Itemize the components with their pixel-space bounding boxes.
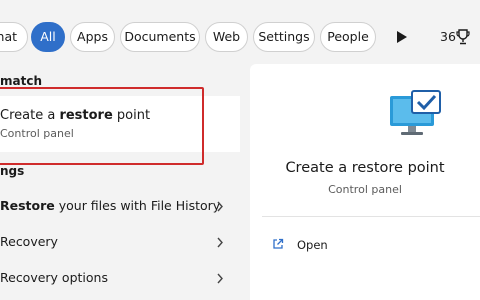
filter-chat[interactable]: hat	[0, 22, 28, 52]
filter-apps[interactable]: Apps	[70, 22, 115, 52]
play-icon[interactable]	[396, 30, 408, 44]
list-item-label: Restore your files with File History	[0, 198, 221, 213]
detail-subtitle: Control panel	[328, 183, 402, 196]
search-filter-bar: hat All Apps Documents Web Settings Peop…	[0, 0, 480, 72]
open-button[interactable]: Open	[262, 232, 442, 258]
filter-people[interactable]: People	[320, 22, 376, 52]
best-match-header: match	[0, 74, 42, 88]
trophy-icon[interactable]	[456, 29, 470, 45]
filter-web[interactable]: Web	[205, 22, 248, 52]
open-label: Open	[297, 238, 328, 252]
filter-documents[interactable]: Documents	[120, 22, 200, 52]
rewards-points[interactable]: 36	[440, 29, 456, 45]
filter-settings[interactable]: Settings	[253, 22, 315, 52]
detail-title: Create a restore point	[285, 160, 445, 176]
list-item-label: Recovery options	[0, 270, 108, 285]
list-item-restore-files[interactable]: Restore your files with File History	[0, 190, 240, 222]
list-item-recovery[interactable]: Recovery	[0, 226, 240, 258]
monitor-check-icon	[390, 90, 441, 135]
open-external-icon	[273, 238, 284, 249]
detail-panel	[250, 64, 480, 300]
divider	[262, 216, 480, 217]
settings-header: ngs	[0, 164, 25, 178]
chevron-right-icon	[217, 237, 223, 248]
highlight-annotation	[0, 87, 204, 165]
list-item-label: Recovery	[0, 234, 58, 249]
chevron-right-icon	[217, 201, 223, 212]
chevron-right-icon	[217, 273, 223, 284]
list-item-recovery-options[interactable]: Recovery options	[0, 262, 240, 294]
filter-all[interactable]: All	[31, 22, 65, 52]
